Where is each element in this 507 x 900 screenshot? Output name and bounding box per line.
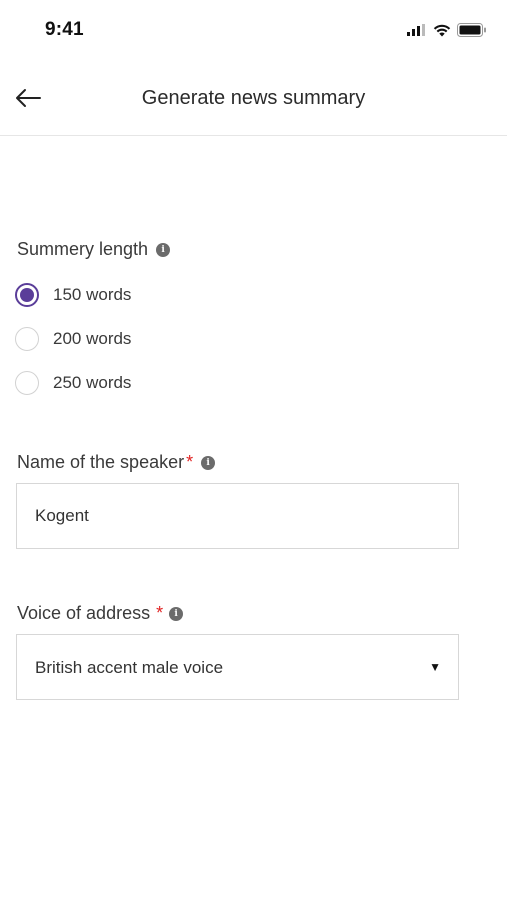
speaker-name-label: Name of the speaker * i [17,452,216,473]
required-asterisk: * [156,603,164,623]
voice-of-address-label: Voice of address * i [17,603,184,624]
speaker-name-text: Name of the speaker [17,452,185,472]
radio-button[interactable] [15,371,39,395]
radio-option-200-words[interactable]: 200 words [15,326,131,352]
voice-of-address-text: Voice of address [17,603,151,623]
status-time: 9:41 [45,19,84,40]
battery-icon [457,23,486,37]
speaker-name-input[interactable] [17,484,458,548]
radio-option-250-words[interactable]: 250 words [15,370,131,396]
voice-selected-value: British accent male voice [35,658,224,677]
info-icon[interactable]: i [169,606,184,621]
info-icon[interactable]: i [201,455,216,470]
radio-label: 250 words [53,373,132,392]
required-asterisk: * [186,452,194,472]
app-bar: Generate news summary [0,62,507,136]
info-icon[interactable]: i [156,242,171,257]
status-bar: 9:41 [0,0,507,60]
summary-length-label: Summery length i [17,239,171,260]
speaker-name-field[interactable] [16,483,459,549]
signal-icon [407,24,425,36]
status-icons [407,22,487,38]
radio-option-150-words[interactable]: 150 words [15,282,131,308]
radio-button[interactable] [15,327,39,351]
caret-down-icon: ▼ [429,660,441,674]
voice-of-address-select[interactable]: British accent male voice ▼ [16,634,459,700]
summary-length-text: Summery length [17,239,149,259]
radio-label: 150 words [53,285,132,304]
wifi-icon [433,24,451,36]
page-title: Generate news summary [141,87,366,109]
radio-label: 200 words [53,329,132,348]
radio-button-selected[interactable] [15,283,39,307]
